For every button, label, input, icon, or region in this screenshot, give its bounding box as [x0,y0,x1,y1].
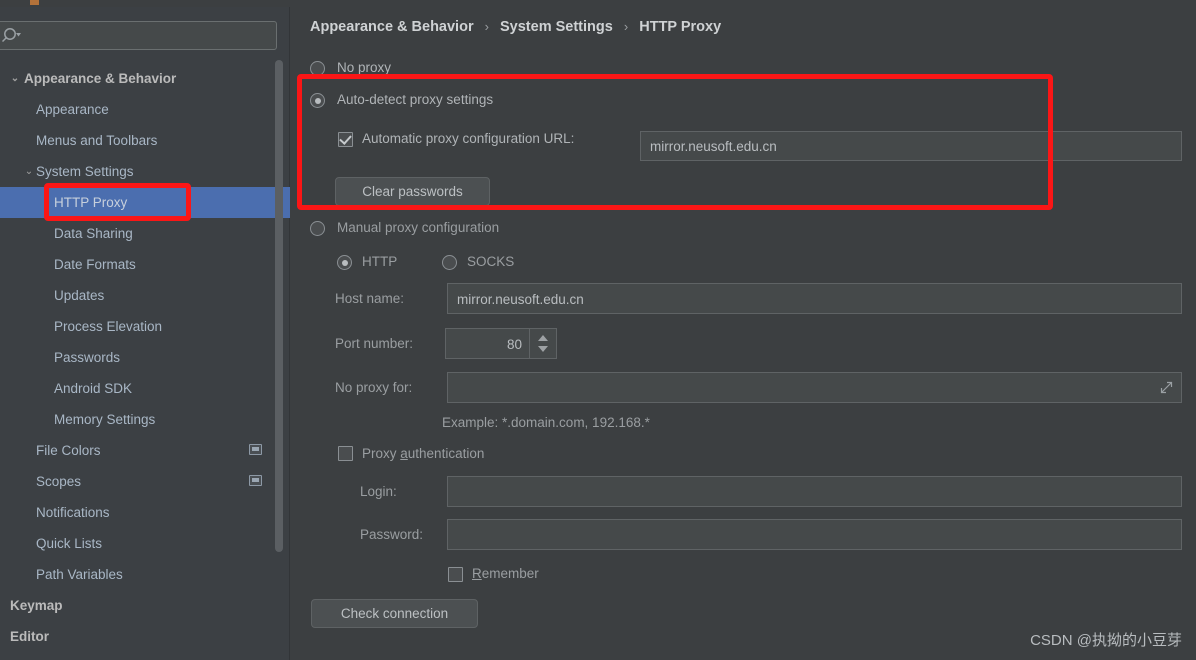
sidebar-item-scopes[interactable]: Scopes [0,466,290,497]
port-number-value: 80 [506,337,522,352]
sidebar-item-appearance-behavior[interactable]: ⌄ Appearance & Behavior [0,63,290,94]
sidebar-item-date-formats[interactable]: Date Formats [0,249,290,280]
sidebar-item-label: File Colors [36,443,101,458]
label-auto-detect-proxy[interactable]: Auto-detect proxy settings [337,92,493,107]
breadcrumb-separator-icon: › [484,19,489,34]
port-number-input[interactable]: 80 [445,328,557,359]
scope-indicator-icon [249,475,262,486]
label-manual-proxy-configuration[interactable]: Manual proxy configuration [337,220,499,235]
label-password: Password: [360,527,424,542]
automatic-proxy-config-url-input[interactable]: mirror.neusoft.edu.cn [640,131,1182,161]
sidebar-item-memory-settings[interactable]: Memory Settings [0,404,290,435]
check-connection-button[interactable]: Check connection [311,599,478,628]
chrome-fragment [30,0,39,5]
sidebar-item-label: Updates [54,288,105,303]
label-port-number: Port number: [335,336,414,351]
stepper-up-icon[interactable] [538,335,548,341]
scope-indicator-icon [249,444,262,455]
no-proxy-for-input[interactable] [447,372,1182,403]
port-number-stepper[interactable] [529,329,556,358]
host-name-input[interactable]: mirror.neusoft.edu.cn [447,283,1182,314]
sidebar-item-label: Appearance & Behavior [24,71,177,86]
breadcrumb-crumb-1[interactable]: Appearance & Behavior [310,19,474,35]
label-automatic-proxy-config-url[interactable]: Automatic proxy configuration URL: [362,131,574,146]
sidebar-item-label: Editor [10,629,49,644]
sidebar-item-label: Android SDK [54,381,133,396]
breadcrumb-separator-icon: › [623,19,629,34]
sidebar-item-label: System Settings [36,164,134,179]
chevron-down-icon[interactable]: ⌄ [22,156,36,187]
sidebar-item-path-variables[interactable]: Path Variables [0,559,290,590]
sidebar-item-label: Date Formats [54,257,136,272]
breadcrumb-crumb-2[interactable]: System Settings [500,19,613,35]
radio-protocol-socks[interactable] [442,255,457,270]
sidebar-item-label: HTTP Proxy [54,195,128,210]
label-host-name: Host name: [335,291,405,306]
sidebar-item-keymap[interactable]: Keymap [0,590,290,621]
settings-tree: ⌄ Appearance & Behavior Appearance Menus an… [0,63,290,660]
sidebar-item-data-sharing[interactable]: Data Sharing [0,218,290,249]
sidebar-item-label: Menus and Toolbars [36,133,158,148]
sidebar-item-menus-and-toolbars[interactable]: Menus and Toolbars [0,125,290,156]
sidebar-item-label: Memory Settings [54,412,156,427]
sidebar-item-updates[interactable]: Updates [0,280,290,311]
sidebar-item-process-elevation[interactable]: Process Elevation [0,311,290,342]
radio-protocol-http[interactable] [337,255,352,270]
example-hint: Example: *.domain.com, 192.168.* [442,415,650,430]
sidebar-item-label: Keymap [10,598,63,613]
sidebar-search[interactable] [0,21,277,50]
sidebar-item-passwords[interactable]: Passwords [0,342,290,373]
sidebar-item-editor[interactable]: › Editor [0,621,290,652]
expand-icon[interactable] [1159,380,1174,395]
sidebar-item-notifications[interactable]: Notifications [0,497,290,528]
sidebar-item-label: Process Elevation [54,319,163,334]
breadcrumb: Appearance & Behavior › System Settings … [310,19,721,35]
login-input[interactable] [447,476,1182,507]
clear-passwords-button[interactable]: Clear passwords [335,177,490,206]
radio-no-proxy[interactable] [310,61,325,76]
label-protocol-http[interactable]: HTTP [362,254,397,269]
search-icon[interactable] [1,26,24,44]
sidebar-scrollbar[interactable] [275,60,283,552]
label-proxy-authentication[interactable]: Proxy authentication [362,446,484,461]
automatic-proxy-config-url-value: mirror.neusoft.edu.cn [650,139,777,154]
settings-dialog: ⌄ Appearance & Behavior Appearance Menus an… [0,0,1196,660]
checkbox-remember[interactable] [448,567,463,582]
sidebar-item-label: Appearance [36,102,109,117]
checkbox-proxy-authentication[interactable] [338,446,353,461]
sidebar-item-android-sdk[interactable]: Android SDK [0,373,290,404]
settings-sidebar: ⌄ Appearance & Behavior Appearance Menus an… [0,7,290,660]
sidebar-item-label: Quick Lists [36,536,103,551]
label-no-proxy-for: No proxy for: [335,380,413,395]
breadcrumb-crumb-3: HTTP Proxy [639,19,722,35]
sidebar-item-label: Path Variables [36,567,123,582]
search-input[interactable] [0,21,277,50]
sidebar-item-quick-lists[interactable]: Quick Lists [0,528,290,559]
watermark: CSDN @执拗的小豆芽 [1030,632,1182,649]
http-proxy-panel: Appearance & Behavior › System Settings … [290,7,1196,660]
sidebar-item-appearance[interactable]: Appearance [0,94,290,125]
sidebar-item-label: Notifications [36,505,110,520]
chevron-down-icon[interactable]: ⌄ [8,63,22,94]
sidebar-item-http-proxy[interactable]: HTTP Proxy [0,187,290,218]
stepper-down-icon[interactable] [538,346,548,352]
radio-manual-proxy-configuration[interactable] [310,221,325,236]
sidebar-item-label: Passwords [54,350,121,365]
label-protocol-socks[interactable]: SOCKS [467,254,514,269]
label-no-proxy[interactable]: No proxy [337,60,391,75]
window-chrome-sliver [0,0,1196,7]
sidebar-item-file-colors[interactable]: File Colors [0,435,290,466]
radio-auto-detect-proxy[interactable] [310,93,325,108]
sidebar-item-system-settings[interactable]: ⌄ System Settings [0,156,290,187]
sidebar-item-label: Data Sharing [54,226,133,241]
sidebar-item-label: Scopes [36,474,82,489]
host-name-value: mirror.neusoft.edu.cn [457,292,584,307]
password-input[interactable] [447,519,1182,550]
checkbox-automatic-proxy-config-url[interactable] [338,132,353,147]
label-login: Login: [360,484,397,499]
label-remember[interactable]: Remember [472,566,539,581]
